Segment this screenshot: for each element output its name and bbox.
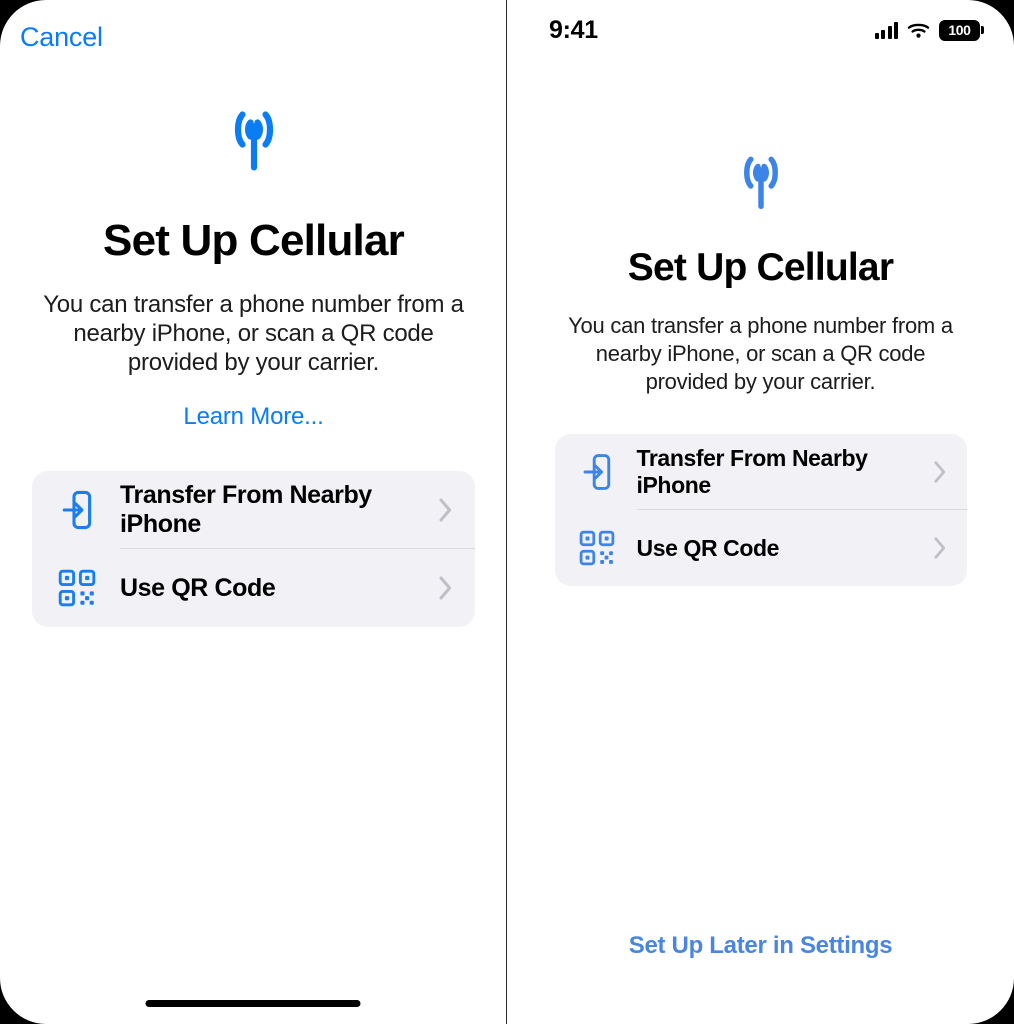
page-subtitle: You can transfer a phone number from a n… bbox=[43, 291, 464, 376]
learn-more-wrap: Learn More... bbox=[0, 377, 506, 431]
option-label: Transfer From Nearby iPhone bbox=[120, 481, 372, 538]
cancel-button[interactable]: Cancel bbox=[20, 22, 103, 53]
chevron-right-icon bbox=[439, 498, 452, 522]
right-content: Set Up Cellular You can transfer a phone… bbox=[507, 150, 1014, 586]
status-bar: 9:41 100 bbox=[507, 0, 1014, 52]
transfer-into-phone-icon bbox=[56, 490, 98, 530]
options-card: Transfer From Nearby iPhone Use QR Code bbox=[554, 434, 967, 586]
page-title: Set Up Cellular bbox=[103, 216, 405, 265]
status-bar-indicators: 100 bbox=[874, 19, 984, 41]
option-row-use-qr-code[interactable]: Use QR Code bbox=[555, 510, 967, 586]
left-phone-screen: Cancel Set Up Cellular You can transfer … bbox=[0, 0, 507, 1024]
option-row-use-qr-code[interactable]: Use QR Code bbox=[32, 549, 475, 627]
chevron-right-icon bbox=[933, 461, 945, 483]
battery-icon: 100 bbox=[939, 19, 984, 41]
hero-icon-wrap bbox=[0, 104, 506, 176]
option-row-transfer-from-nearby-iphone[interactable]: Transfer From Nearby iPhone bbox=[32, 471, 475, 549]
learn-more-link[interactable]: Learn More... bbox=[183, 403, 323, 431]
options-card: Transfer From Nearby iPhone Use QR Code bbox=[32, 471, 475, 627]
hero-icon-wrap bbox=[507, 150, 1014, 214]
page-subtitle: You can transfer a phone number from a n… bbox=[568, 313, 953, 394]
option-label: Use QR Code bbox=[120, 573, 276, 602]
option-row-transfer-from-nearby-iphone[interactable]: Transfer From Nearby iPhone bbox=[555, 434, 967, 510]
option-label: Transfer From Nearby iPhone bbox=[636, 445, 868, 498]
wifi-icon bbox=[907, 23, 930, 38]
qr-code-icon bbox=[56, 569, 98, 607]
option-label: Use QR Code bbox=[636, 534, 780, 561]
cellular-signal-icon bbox=[874, 21, 898, 39]
set-up-later-link[interactable]: Set Up Later in Settings bbox=[507, 932, 1014, 960]
page-title: Set Up Cellular bbox=[627, 246, 894, 289]
screenshot-stage: Cancel Set Up Cellular You can transfer … bbox=[0, 0, 1014, 1024]
left-content: Set Up Cellular You can transfer a phone… bbox=[0, 104, 506, 627]
chevron-right-icon bbox=[933, 537, 945, 559]
cellular-antenna-icon bbox=[743, 156, 778, 210]
home-indicator[interactable] bbox=[145, 1000, 361, 1007]
qr-code-icon bbox=[577, 530, 617, 566]
chevron-right-icon bbox=[439, 576, 452, 600]
transfer-into-phone-icon bbox=[577, 453, 617, 491]
right-phone-screen: 9:41 100 Set Up Cellular You can transfe… bbox=[507, 0, 1014, 1024]
status-bar-time: 9:41 bbox=[549, 15, 598, 44]
cellular-antenna-icon bbox=[234, 111, 273, 171]
battery-level-label: 100 bbox=[948, 22, 971, 38]
